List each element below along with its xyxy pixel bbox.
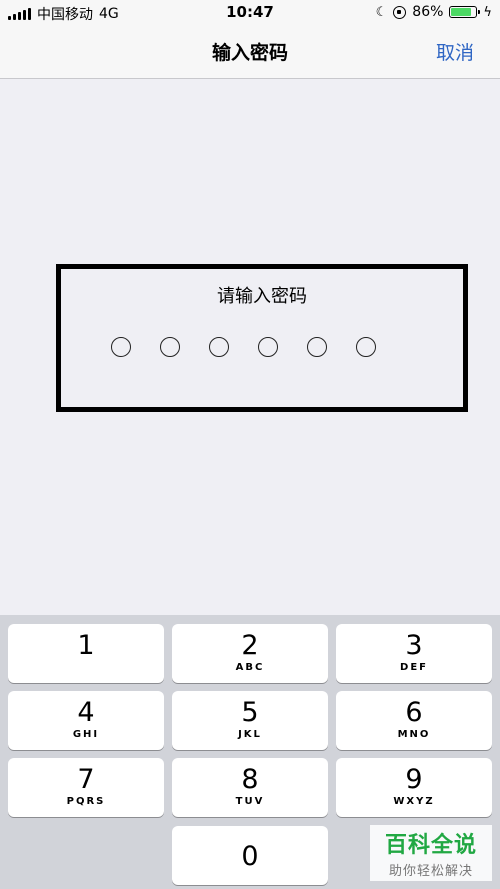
status-right: ☾ 86% ϟ — [376, 4, 492, 20]
key-digit: 3 — [405, 630, 423, 661]
passcode-dot — [111, 337, 131, 357]
key-letters: JKL — [238, 729, 262, 740]
battery-icon — [449, 6, 481, 18]
passcode-dot — [356, 337, 376, 357]
moon-icon: ☾ — [375, 4, 388, 20]
key-letters: MNO — [397, 729, 431, 740]
key-digit: 9 — [405, 764, 423, 795]
charging-icon: ϟ — [483, 4, 492, 20]
key-letters: PQRS — [66, 796, 106, 807]
key-letters: ABC — [235, 662, 265, 673]
passcode-dot — [160, 337, 180, 357]
key-digit: 7 — [77, 764, 95, 795]
passcode-dot — [307, 337, 327, 357]
key-letters: TUV — [235, 796, 265, 807]
passcode-prompt: 请输入密码 — [217, 286, 307, 307]
key-digit: 2 — [241, 630, 259, 661]
passcode-dots — [111, 337, 376, 357]
key-8[interactable]: 8 TUV — [172, 758, 328, 817]
key-2[interactable]: 2 ABC — [172, 624, 328, 683]
key-1[interactable]: 1 — [8, 624, 164, 683]
key-digit: 4 — [77, 697, 95, 728]
watermark-subtitle: 助你轻松解决 — [388, 864, 473, 879]
battery-fill — [451, 8, 472, 16]
cancel-button[interactable]: 取消 — [436, 38, 474, 65]
key-letters: DEF — [400, 662, 428, 673]
watermark-title: 百科全说 — [384, 833, 477, 858]
key-letters: WXYZ — [393, 796, 435, 807]
key-6[interactable]: 6 MNO — [336, 691, 492, 750]
key-digit: 8 — [241, 764, 259, 795]
key-7[interactable]: 7 PQRS — [8, 758, 164, 817]
passcode-box: 请输入密码 — [56, 264, 468, 412]
watermark-logo: 百科全说 助你轻松解决 — [370, 825, 492, 881]
passcode-dot — [209, 337, 229, 357]
status-bar: 中国移动 4G 10:47 ☾ 86% ϟ — [0, 0, 500, 26]
rotation-lock-icon — [393, 5, 407, 19]
key-letters: GHI — [72, 729, 100, 740]
navigation-bar: 输入密码 取消 — [0, 26, 500, 79]
battery-percent: 86% — [412, 4, 444, 20]
passcode-dot — [258, 337, 278, 357]
key-4[interactable]: 4 GHI — [8, 691, 164, 750]
key-digit: 1 — [77, 630, 95, 661]
key-5[interactable]: 5 JKL — [172, 691, 328, 750]
key-digit: 5 — [241, 697, 259, 728]
key-9[interactable]: 9 WXYZ — [336, 758, 492, 817]
key-0[interactable]: 0 — [172, 826, 328, 885]
key-digit: 6 — [405, 697, 423, 728]
key-3[interactable]: 3 DEF — [336, 624, 492, 683]
page-title: 输入密码 — [211, 42, 288, 64]
key-digit: 0 — [241, 841, 259, 872]
